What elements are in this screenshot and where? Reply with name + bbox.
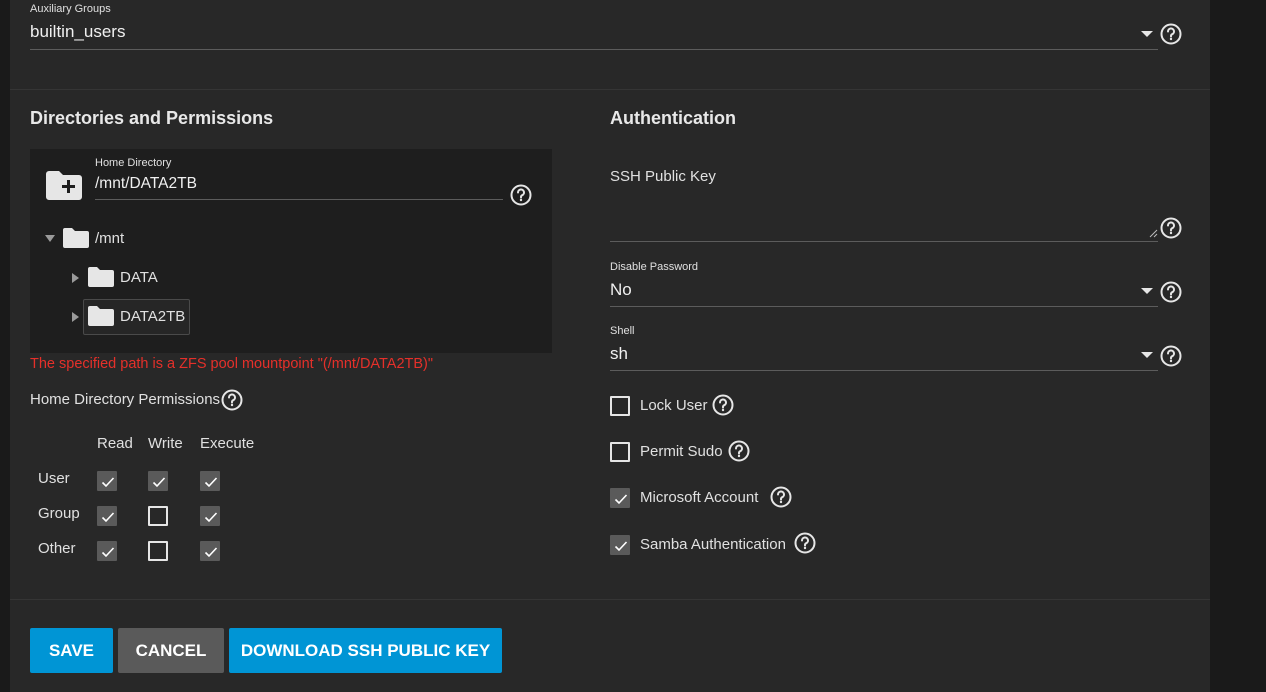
tree-node-data2tb[interactable]: DATA2TB [120, 308, 185, 325]
perm-group-write-checkbox[interactable] [148, 506, 168, 526]
help-circle-icon[interactable] [728, 440, 750, 462]
aux-groups-value[interactable]: builtin_users [30, 22, 125, 42]
perm-group-read-checkbox[interactable] [97, 506, 117, 526]
home-directory-label: Home Directory [95, 157, 172, 169]
check-icon [614, 541, 628, 552]
check-icon [101, 477, 115, 488]
home-directory-error: The specified path is a ZFS pool mountpo… [30, 356, 434, 372]
check-icon [101, 547, 115, 558]
perm-header-read: Read [97, 435, 133, 452]
perm-user-read-checkbox[interactable] [97, 471, 117, 491]
disable-password-underline [610, 306, 1158, 307]
perm-row-other-label: Other [38, 540, 76, 557]
help-circle-icon[interactable] [1160, 217, 1182, 239]
shell-label: Shell [610, 325, 635, 337]
download-ssh-key-button[interactable]: DOWNLOAD SSH PUBLIC KEY [229, 628, 502, 673]
microsoft-account-label: Microsoft Account [640, 489, 759, 506]
perm-header-write: Write [148, 435, 183, 452]
section-divider [10, 89, 1210, 90]
check-icon [204, 512, 218, 523]
check-icon [204, 477, 218, 488]
lock-user-label: Lock User [640, 397, 708, 414]
help-circle-icon[interactable] [1160, 281, 1182, 303]
home-directory-explorer: Home Directory /mnt/DATA2TB /mnt DATA DA… [30, 149, 552, 353]
authentication-title: Authentication [610, 108, 736, 128]
tree-node-data[interactable]: DATA [120, 269, 158, 286]
check-icon [204, 547, 218, 558]
user-form-card: Auxiliary Groups builtin_users Directori… [10, 0, 1210, 692]
check-icon [101, 512, 115, 523]
perm-header-execute: Execute [200, 435, 255, 452]
perm-other-write-checkbox[interactable] [148, 541, 168, 561]
folder-plus-icon[interactable] [44, 168, 84, 202]
caret-down-icon[interactable] [1141, 288, 1153, 294]
permit-sudo-label: Permit Sudo [640, 443, 723, 460]
perm-row-user-label: User [38, 470, 70, 487]
directories-title: Directories and Permissions [30, 108, 274, 128]
expand-toggle-icon[interactable] [72, 273, 79, 283]
caret-down-icon[interactable] [1141, 31, 1153, 37]
samba-authentication-label: Samba Authentication [640, 536, 786, 553]
aux-groups-underline [30, 49, 1158, 50]
permit-sudo-checkbox[interactable] [610, 442, 630, 462]
caret-down-icon[interactable] [1141, 352, 1153, 358]
expand-toggle-icon[interactable] [45, 235, 55, 242]
save-button[interactable]: SAVE [30, 628, 113, 673]
help-circle-icon[interactable] [221, 389, 243, 411]
ssh-public-key-label: SSH Public Key [610, 168, 716, 185]
ssh-public-key-textarea[interactable] [610, 195, 1158, 235]
actions-divider [10, 599, 1210, 600]
folder-icon [88, 306, 114, 326]
aux-groups-label: Auxiliary Groups [30, 3, 111, 15]
check-icon [152, 477, 166, 488]
disable-password-label: Disable Password [610, 261, 699, 273]
ssh-public-key-underline [610, 241, 1158, 242]
perm-other-read-checkbox[interactable] [97, 541, 117, 561]
samba-authentication-checkbox[interactable] [610, 535, 630, 555]
shell-select[interactable]: sh [610, 344, 628, 364]
help-circle-icon[interactable] [1160, 345, 1182, 367]
help-circle-icon[interactable] [794, 532, 816, 554]
perm-group-execute-checkbox[interactable] [200, 506, 220, 526]
cancel-button[interactable]: CANCEL [118, 628, 224, 673]
expand-toggle-icon[interactable] [72, 312, 79, 322]
disable-password-select[interactable]: No [610, 280, 632, 300]
microsoft-account-checkbox[interactable] [610, 488, 630, 508]
lock-user-checkbox[interactable] [610, 396, 630, 416]
folder-icon [88, 267, 114, 287]
help-circle-icon[interactable] [1160, 23, 1182, 45]
folder-icon [63, 228, 89, 248]
home-directory-input[interactable]: /mnt/DATA2TB [95, 175, 197, 193]
permissions-title: Home Directory Permissions [30, 391, 221, 408]
resize-grip-icon[interactable] [1149, 229, 1158, 238]
perm-user-execute-checkbox[interactable] [200, 471, 220, 491]
help-circle-icon[interactable] [712, 394, 734, 416]
perm-user-write-checkbox[interactable] [148, 471, 168, 491]
help-circle-icon[interactable] [770, 486, 792, 508]
check-icon [614, 494, 628, 505]
tree-node-mnt[interactable]: /mnt [95, 230, 124, 247]
perm-other-execute-checkbox[interactable] [200, 541, 220, 561]
help-circle-icon[interactable] [510, 184, 532, 206]
home-directory-underline [95, 199, 503, 200]
shell-underline [610, 370, 1158, 371]
perm-row-group-label: Group [38, 505, 80, 522]
